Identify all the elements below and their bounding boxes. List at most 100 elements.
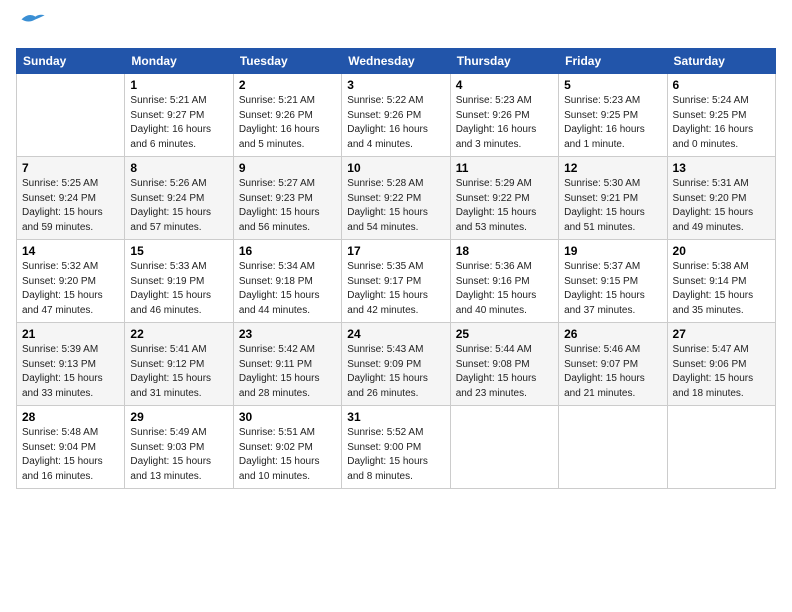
day-info: Sunrise: 5:23 AM Sunset: 9:25 PM Dayligh… <box>564 94 661 152</box>
calendar-cell: 24 Sunrise: 5:43 AM Sunset: 9:09 PM Dayli… <box>342 323 450 406</box>
day-number: 29 <box>130 410 227 424</box>
day-number: 23 <box>239 327 336 341</box>
calendar-cell: 18 Sunrise: 5:36 AM Sunset: 9:16 PM Dayli… <box>450 240 558 323</box>
day-number: 1 <box>130 78 227 92</box>
day-number: 28 <box>22 410 119 424</box>
calendar-week-row: 21Sunrise: 5:39 AM Sunset: 9:13 PM Dayli… <box>17 323 776 406</box>
day-info: Sunrise: 5:26 AM Sunset: 9:24 PM Dayligh… <box>130 177 227 235</box>
calendar-cell: 5 Sunrise: 5:23 AM Sunset: 9:25 PM Daylig… <box>559 74 667 157</box>
day-info: Sunrise: 5:35 AM Sunset: 9:17 PM Dayligh… <box>347 260 444 318</box>
calendar-cell: 2Sunrise: 5:21 AM Sunset: 9:26 PM Daylig… <box>233 74 341 157</box>
day-info: Sunrise: 5:47 AM Sunset: 9:06 PM Dayligh… <box>673 343 770 401</box>
day-info: Sunrise: 5:31 AM Sunset: 9:20 PM Dayligh… <box>673 177 770 235</box>
day-info: Sunrise: 5:27 AM Sunset: 9:23 PM Dayligh… <box>239 177 336 235</box>
day-number: 15 <box>130 244 227 258</box>
logo-bird-icon <box>18 9 46 27</box>
day-number: 8 <box>130 161 227 175</box>
day-number: 14 <box>22 244 119 258</box>
day-info: Sunrise: 5:46 AM Sunset: 9:07 PM Dayligh… <box>564 343 661 401</box>
calendar-cell: 29 Sunrise: 5:49 AM Sunset: 9:03 PM Dayli… <box>125 406 233 489</box>
day-number: 4 <box>456 78 553 92</box>
calendar-week-row: 28 Sunrise: 5:48 AM Sunset: 9:04 PM Dayli… <box>17 406 776 489</box>
day-info: Sunrise: 5:48 AM Sunset: 9:04 PM Dayligh… <box>22 426 119 484</box>
calendar-cell: 15 Sunrise: 5:33 AM Sunset: 9:19 PM Dayli… <box>125 240 233 323</box>
weekday-header: Saturday <box>667 49 775 74</box>
calendar-cell <box>17 74 125 157</box>
day-number: 16 <box>239 244 336 258</box>
weekday-header: Friday <box>559 49 667 74</box>
day-number: 13 <box>673 161 770 175</box>
day-info: Sunrise: 5:33 AM Sunset: 9:19 PM Dayligh… <box>130 260 227 318</box>
calendar-cell <box>559 406 667 489</box>
day-number: 11 <box>456 161 553 175</box>
calendar-table: SundayMondayTuesdayWednesdayThursdayFrid… <box>16 48 776 489</box>
day-info: Sunrise: 5:38 AM Sunset: 9:14 PM Dayligh… <box>673 260 770 318</box>
day-info: Sunrise: 5:25 AM Sunset: 9:24 PM Dayligh… <box>22 177 119 235</box>
weekday-header: Wednesday <box>342 49 450 74</box>
calendar-cell: 31 Sunrise: 5:52 AM Sunset: 9:00 PM Dayli… <box>342 406 450 489</box>
day-number: 25 <box>456 327 553 341</box>
calendar-cell: 27Sunrise: 5:47 AM Sunset: 9:06 PM Dayli… <box>667 323 775 406</box>
day-info: Sunrise: 5:36 AM Sunset: 9:16 PM Dayligh… <box>456 260 553 318</box>
calendar-cell: 13 Sunrise: 5:31 AM Sunset: 9:20 PM Dayli… <box>667 157 775 240</box>
day-info: Sunrise: 5:52 AM Sunset: 9:00 PM Dayligh… <box>347 426 444 484</box>
weekday-header: Monday <box>125 49 233 74</box>
day-info: Sunrise: 5:32 AM Sunset: 9:20 PM Dayligh… <box>22 260 119 318</box>
calendar-cell: 8 Sunrise: 5:26 AM Sunset: 9:24 PM Daylig… <box>125 157 233 240</box>
day-info: Sunrise: 5:21 AM Sunset: 9:27 PM Dayligh… <box>130 94 227 152</box>
day-number: 21 <box>22 327 119 341</box>
calendar-cell: 26 Sunrise: 5:46 AM Sunset: 9:07 PM Dayli… <box>559 323 667 406</box>
day-number: 18 <box>456 244 553 258</box>
calendar-cell: 17 Sunrise: 5:35 AM Sunset: 9:17 PM Dayli… <box>342 240 450 323</box>
day-number: 12 <box>564 161 661 175</box>
day-info: Sunrise: 5:49 AM Sunset: 9:03 PM Dayligh… <box>130 426 227 484</box>
calendar-cell: 3 Sunrise: 5:22 AM Sunset: 9:26 PM Daylig… <box>342 74 450 157</box>
day-number: 3 <box>347 78 444 92</box>
calendar-cell: 23 Sunrise: 5:42 AM Sunset: 9:11 PM Dayli… <box>233 323 341 406</box>
day-number: 24 <box>347 327 444 341</box>
day-number: 20 <box>673 244 770 258</box>
calendar-week-row: 7Sunrise: 5:25 AM Sunset: 9:24 PM Daylig… <box>17 157 776 240</box>
calendar-cell: 1 Sunrise: 5:21 AM Sunset: 9:27 PM Daylig… <box>125 74 233 157</box>
calendar-week-row: 14 Sunrise: 5:32 AM Sunset: 9:20 PM Dayli… <box>17 240 776 323</box>
day-info: Sunrise: 5:44 AM Sunset: 9:08 PM Dayligh… <box>456 343 553 401</box>
day-number: 5 <box>564 78 661 92</box>
day-number: 31 <box>347 410 444 424</box>
day-number: 26 <box>564 327 661 341</box>
calendar-cell: 25 Sunrise: 5:44 AM Sunset: 9:08 PM Dayli… <box>450 323 558 406</box>
day-info: Sunrise: 5:24 AM Sunset: 9:25 PM Dayligh… <box>673 94 770 152</box>
calendar-cell: 7Sunrise: 5:25 AM Sunset: 9:24 PM Daylig… <box>17 157 125 240</box>
day-info: Sunrise: 5:34 AM Sunset: 9:18 PM Dayligh… <box>239 260 336 318</box>
day-number: 17 <box>347 244 444 258</box>
day-info: Sunrise: 5:22 AM Sunset: 9:26 PM Dayligh… <box>347 94 444 152</box>
weekday-header: Sunday <box>17 49 125 74</box>
day-number: 2 <box>239 78 336 92</box>
logo <box>16 16 46 38</box>
calendar-cell: 28 Sunrise: 5:48 AM Sunset: 9:04 PM Dayli… <box>17 406 125 489</box>
day-info: Sunrise: 5:29 AM Sunset: 9:22 PM Dayligh… <box>456 177 553 235</box>
day-info: Sunrise: 5:41 AM Sunset: 9:12 PM Dayligh… <box>130 343 227 401</box>
page-header <box>16 16 776 38</box>
calendar-cell: 30Sunrise: 5:51 AM Sunset: 9:02 PM Dayli… <box>233 406 341 489</box>
calendar-cell: 4 Sunrise: 5:23 AM Sunset: 9:26 PM Daylig… <box>450 74 558 157</box>
day-info: Sunrise: 5:37 AM Sunset: 9:15 PM Dayligh… <box>564 260 661 318</box>
day-number: 22 <box>130 327 227 341</box>
calendar-cell: 19 Sunrise: 5:37 AM Sunset: 9:15 PM Dayli… <box>559 240 667 323</box>
calendar-cell: 11 Sunrise: 5:29 AM Sunset: 9:22 PM Dayli… <box>450 157 558 240</box>
calendar-cell: 6Sunrise: 5:24 AM Sunset: 9:25 PM Daylig… <box>667 74 775 157</box>
day-number: 19 <box>564 244 661 258</box>
day-info: Sunrise: 5:42 AM Sunset: 9:11 PM Dayligh… <box>239 343 336 401</box>
day-info: Sunrise: 5:23 AM Sunset: 9:26 PM Dayligh… <box>456 94 553 152</box>
weekday-header: Thursday <box>450 49 558 74</box>
calendar-cell: 21Sunrise: 5:39 AM Sunset: 9:13 PM Dayli… <box>17 323 125 406</box>
calendar-cell: 9Sunrise: 5:27 AM Sunset: 9:23 PM Daylig… <box>233 157 341 240</box>
calendar-week-row: 1 Sunrise: 5:21 AM Sunset: 9:27 PM Daylig… <box>17 74 776 157</box>
calendar-cell: 12Sunrise: 5:30 AM Sunset: 9:21 PM Dayli… <box>559 157 667 240</box>
calendar-cell: 16 Sunrise: 5:34 AM Sunset: 9:18 PM Dayli… <box>233 240 341 323</box>
day-number: 10 <box>347 161 444 175</box>
weekday-header: Tuesday <box>233 49 341 74</box>
calendar-header-row: SundayMondayTuesdayWednesdayThursdayFrid… <box>17 49 776 74</box>
calendar-cell: 20 Sunrise: 5:38 AM Sunset: 9:14 PM Dayli… <box>667 240 775 323</box>
day-info: Sunrise: 5:43 AM Sunset: 9:09 PM Dayligh… <box>347 343 444 401</box>
day-info: Sunrise: 5:51 AM Sunset: 9:02 PM Dayligh… <box>239 426 336 484</box>
